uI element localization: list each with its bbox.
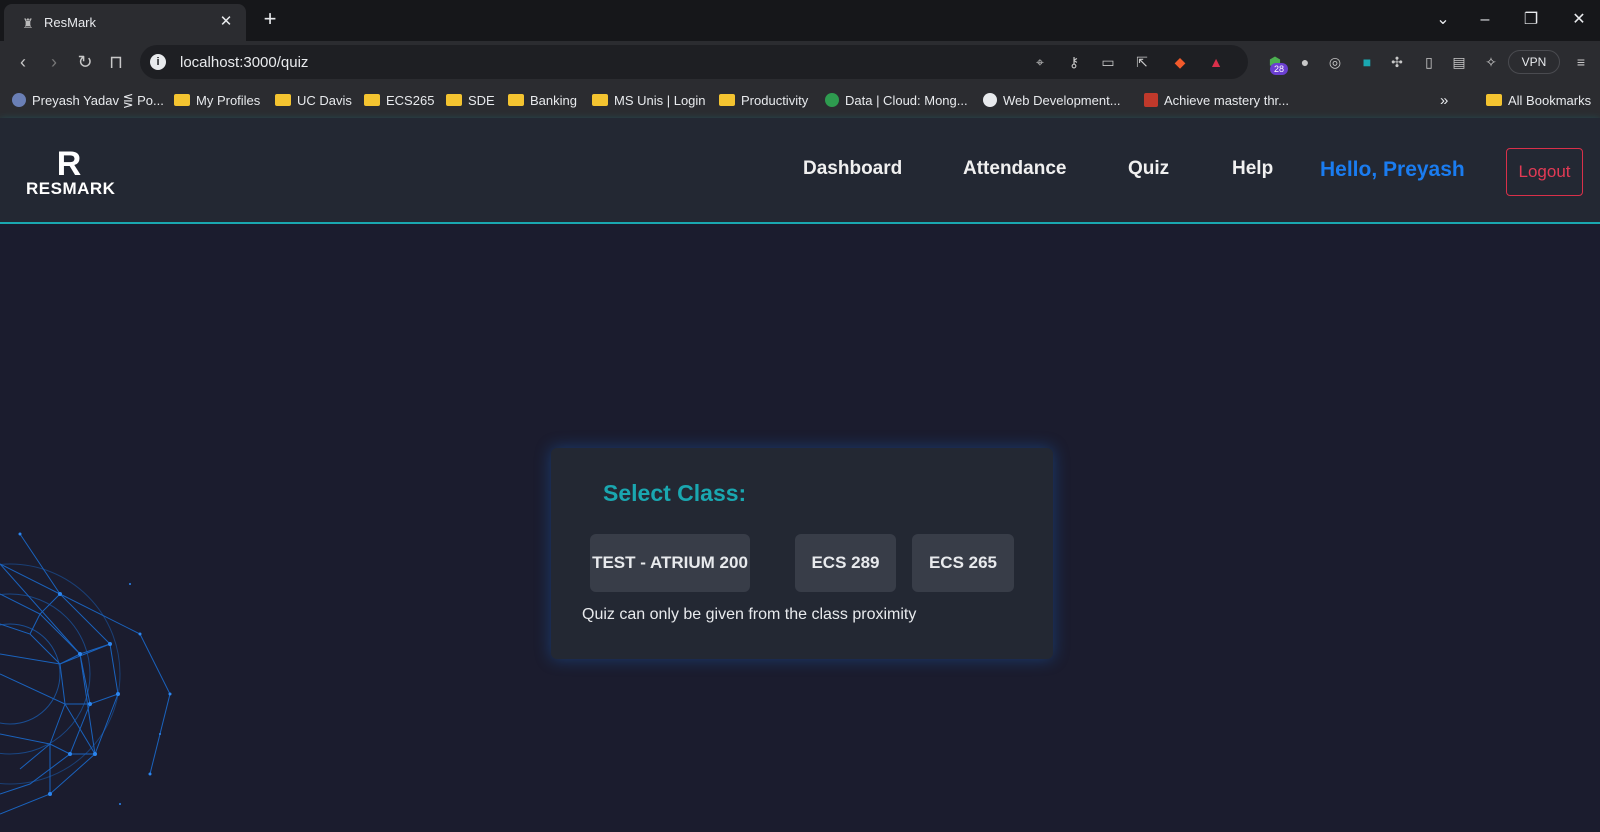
tab-title: ResMark: [44, 15, 97, 30]
bookmark-label: All Bookmarks: [1508, 93, 1592, 108]
bookmark-item[interactable]: Preyash Yadav ⋚ Po...: [12, 91, 164, 111]
folder-icon: [1486, 94, 1502, 106]
close-tab-icon[interactable]: ✕: [216, 12, 236, 32]
wallet-icon[interactable]: ▤: [1448, 52, 1470, 72]
vpn-label: VPN: [1521, 55, 1547, 69]
logout-button[interactable]: Logout: [1506, 148, 1583, 196]
cast-icon[interactable]: ▭: [1098, 53, 1118, 71]
back-icon[interactable]: ‹: [11, 50, 35, 74]
circle-icon: [983, 93, 997, 107]
bookmark-label: Productivity: [741, 93, 809, 108]
class-button-ecs-289[interactable]: ECS 289: [795, 534, 896, 592]
class-button-ecs-265[interactable]: ECS 265: [912, 534, 1014, 592]
leaf-icon: [825, 93, 839, 107]
bookmark-label: ECS265: [386, 93, 435, 108]
r-extension-icon[interactable]: ■: [1356, 52, 1378, 72]
proximity-note: Quiz can only be given from the class pr…: [582, 606, 917, 623]
tab-strip: ♜ ResMark ✕ + ⌄ – ❐ ✕: [0, 0, 1600, 41]
bookmark-label: Banking: [530, 93, 577, 108]
nav-dashboard[interactable]: Dashboard: [803, 158, 902, 180]
all-bookmarks-folder[interactable]: All Bookmarks: [1486, 91, 1591, 111]
network-globe-decoration: [0, 532, 172, 815]
tab-search-chevron-icon[interactable]: ⌄: [1428, 8, 1458, 32]
resmark-favicon-icon: ♜: [22, 16, 34, 31]
bookmark-folder[interactable]: MS Unis | Login: [592, 91, 706, 111]
brave-shield-icon[interactable]: ◆: [1170, 53, 1190, 71]
select-class-heading: Select Class:: [603, 480, 747, 506]
bookmark-label: Preyash Yadav ⋚ Po...: [32, 93, 164, 108]
bookmark-label: Achieve mastery thr...: [1164, 93, 1289, 108]
restore-icon[interactable]: ❐: [1516, 8, 1546, 32]
menu-icon[interactable]: ≡: [1570, 52, 1592, 72]
location-icon[interactable]: ⌖: [1030, 53, 1050, 71]
extensions-puzzle-icon[interactable]: ✣: [1386, 52, 1408, 72]
bookmark-label: MS Unis | Login: [614, 93, 706, 108]
bookmark-label: Data | Cloud: Mong...: [845, 93, 968, 108]
extension-count-badge: 28: [1270, 63, 1288, 75]
nav-help[interactable]: Help: [1232, 158, 1273, 180]
bookmark-label: SDE: [468, 93, 495, 108]
bookmark-icon[interactable]: ⊓: [104, 50, 128, 74]
reload-icon[interactable]: ↻: [73, 50, 97, 74]
extension-icon[interactable]: ●: [1294, 52, 1316, 72]
bookmark-folder[interactable]: ECS265: [364, 91, 434, 111]
nav-attendance[interactable]: Attendance: [963, 158, 1066, 180]
nav-quiz[interactable]: Quiz: [1128, 158, 1169, 180]
main-content: Select Class: TEST - ATRIUM 200 ECS 289 …: [0, 224, 1600, 832]
bookmark-item[interactable]: Data | Cloud: Mong...: [825, 91, 968, 111]
select-class-card: Select Class: TEST - ATRIUM 200 ECS 289 …: [551, 448, 1053, 659]
logo-mark: R: [56, 145, 82, 183]
window-close-icon[interactable]: ✕: [1564, 8, 1594, 32]
bookmark-folder[interactable]: SDE: [446, 91, 495, 111]
bookmark-label: Web Development...: [1003, 93, 1121, 108]
folder-icon: [364, 94, 380, 106]
class-button-test-atrium-200[interactable]: TEST - ATRIUM 200: [590, 534, 750, 592]
browser-toolbar: ‹ › ↻ ⊓ i localhost:3000/quiz ⌖ ⚷ ▭ ⇱ ◆ …: [0, 41, 1600, 83]
share-icon[interactable]: ⇱: [1132, 53, 1152, 71]
bookmark-folder[interactable]: UC Davis: [275, 91, 352, 111]
red-square-icon: [1144, 93, 1158, 107]
resmark-logo[interactable]: R RESMARK: [26, 145, 116, 200]
minimize-icon[interactable]: –: [1470, 8, 1500, 32]
bookmark-folder[interactable]: My Profiles: [174, 91, 260, 111]
glasses-extension-icon[interactable]: ◎: [1324, 52, 1346, 72]
folder-icon: [446, 94, 462, 106]
new-tab-icon[interactable]: +: [258, 8, 282, 32]
brave-rewards-icon[interactable]: ▲: [1206, 53, 1226, 71]
folder-icon: [719, 94, 735, 106]
folder-icon: [508, 94, 524, 106]
url-text[interactable]: localhost:3000/quiz: [180, 54, 308, 71]
bookmark-item[interactable]: Web Development...: [983, 91, 1121, 111]
browser-tab[interactable]: ♜ ResMark ✕: [4, 4, 246, 41]
bookmark-folder[interactable]: Banking: [508, 91, 577, 111]
leo-ai-icon[interactable]: ✧: [1480, 52, 1502, 72]
site-info-icon[interactable]: i: [150, 54, 166, 70]
bookmark-label: My Profiles: [196, 93, 261, 108]
key-icon[interactable]: ⚷: [1064, 53, 1084, 71]
address-bar[interactable]: i localhost:3000/quiz ⌖ ⚷ ▭ ⇱ ◆ ▲: [140, 45, 1248, 79]
folder-icon: [174, 94, 190, 106]
more-bookmarks-icon[interactable]: »: [1440, 91, 1448, 111]
shield-icon: [12, 93, 26, 107]
browser-chrome: ♜ ResMark ✕ + ⌄ – ❐ ✕ ‹ › ↻ ⊓ i localhos…: [0, 0, 1600, 118]
logo-text: RESMARK: [26, 179, 116, 198]
bookmark-item[interactable]: Achieve mastery thr...: [1144, 91, 1289, 111]
forward-icon[interactable]: ›: [42, 50, 66, 74]
user-greeting: Hello, Preyash: [1320, 158, 1465, 181]
folder-icon: [592, 94, 608, 106]
folder-icon: [275, 94, 291, 106]
bookmarks-bar: Preyash Yadav ⋚ Po... My Profiles UC Dav…: [0, 83, 1600, 118]
bookmark-folder[interactable]: Productivity: [719, 91, 808, 111]
sidebar-icon[interactable]: ▯: [1418, 52, 1440, 72]
vpn-button[interactable]: VPN: [1508, 50, 1560, 74]
bookmark-label: UC Davis: [297, 93, 352, 108]
app-header: R RESMARK Dashboard Attendance Quiz Help…: [0, 118, 1600, 224]
